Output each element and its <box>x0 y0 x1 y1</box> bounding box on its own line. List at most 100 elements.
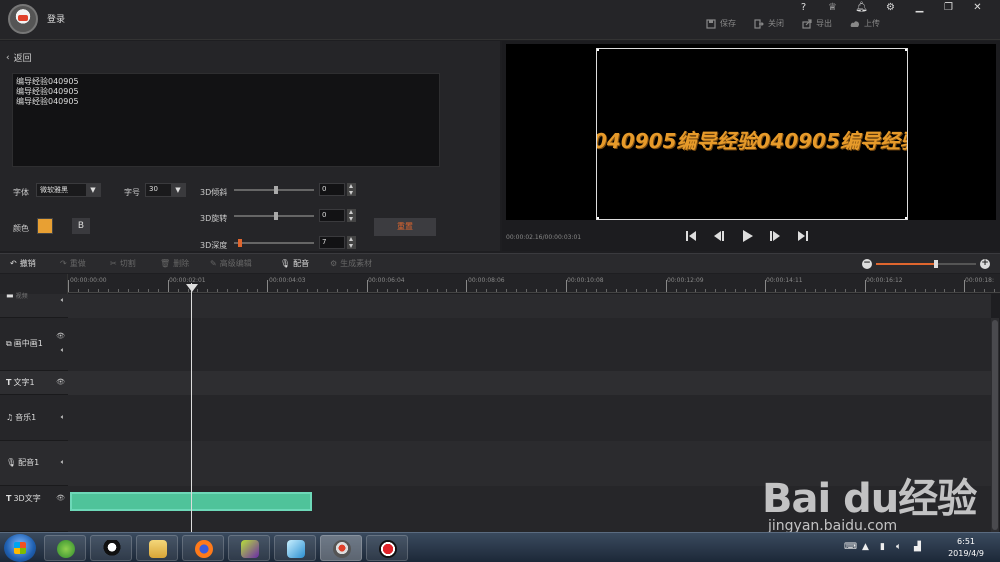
generate-button[interactable]: ⚙ 生成素材 <box>330 258 372 269</box>
resize-handle[interactable] <box>597 49 599 51</box>
track-lane[interactable] <box>68 318 991 371</box>
taskbar-clock[interactable]: 6:51 2019/4/9 <box>948 536 984 560</box>
text-bounding-frame[interactable]: 040905编导经验040905编导经验040905编导经验 <box>596 48 908 220</box>
minimize-icon[interactable]: ▁ <box>905 2 934 16</box>
resize-handle[interactable] <box>905 217 907 219</box>
tilt-spinner[interactable] <box>347 183 356 196</box>
rotate-input[interactable]: 0 <box>319 209 345 222</box>
restore-icon[interactable]: ❐ <box>934 2 963 16</box>
eye-icon[interactable]: 👁︎ <box>56 332 65 340</box>
playhead-handle[interactable] <box>186 284 198 292</box>
skip-to-end-icon[interactable] <box>796 229 810 243</box>
save-button[interactable]: 保存 <box>706 18 736 29</box>
taskbar-app-video[interactable] <box>228 535 270 561</box>
speaker-icon[interactable]: 🔈︎ <box>61 346 65 355</box>
ruler-major-tick <box>366 280 368 292</box>
ruler-minor-tick <box>645 289 647 292</box>
delete-button[interactable]: 🗑︎ 删除 <box>160 258 189 269</box>
vip-icon[interactable]: ♕ <box>818 2 847 16</box>
track-label: 文字1 <box>13 378 35 387</box>
login-link[interactable]: 登录 <box>47 12 65 25</box>
dub-button[interactable]: 🎙︎ 配音 <box>280 258 309 269</box>
back-button[interactable]: ‹ 返回 <box>6 51 32 65</box>
track-video: ▬ 视频 🔈︎ <box>0 291 1000 318</box>
ruler-minor-tick <box>615 289 617 292</box>
color-swatch[interactable] <box>37 218 53 234</box>
speaker-icon[interactable]: 🔈︎ <box>61 458 65 467</box>
ruler-minor-tick <box>87 289 89 292</box>
help-icon[interactable]: ? <box>789 2 818 16</box>
tilt-slider[interactable] <box>234 186 314 194</box>
rotate-slider-knob[interactable] <box>274 212 278 220</box>
taskbar-app-recorder[interactable] <box>366 535 408 561</box>
start-button[interactable] <box>4 534 36 562</box>
redo-icon: ↷ <box>60 259 67 268</box>
resize-handle[interactable] <box>905 49 907 51</box>
zoom-out-icon[interactable]: − <box>862 259 872 269</box>
upload-button[interactable]: 上传 <box>850 18 880 29</box>
speaker-icon[interactable]: 🔈︎ <box>61 296 65 305</box>
ruler-minor-tick <box>715 289 717 292</box>
size-select[interactable]: 30 ▼ <box>145 183 186 197</box>
ruler-minor-tick <box>894 289 896 292</box>
depth-slider[interactable] <box>234 239 314 247</box>
chevron-up-icon[interactable]: ▲ <box>862 542 872 552</box>
zoom-slider[interactable] <box>876 260 976 268</box>
skip-to-start-icon[interactable] <box>684 229 698 243</box>
bold-button[interactable]: B <box>72 218 90 234</box>
undo-button[interactable]: ↶ 撤销 <box>10 258 36 269</box>
eye-icon[interactable]: 👁︎ <box>56 494 65 502</box>
timeline-ruler[interactable]: 00:00:00:00 00:00:02:01 00:00:04:03 00:0… <box>68 274 1000 293</box>
depth-input[interactable]: 7 <box>319 236 345 249</box>
close-project-button[interactable]: 关闭 <box>754 18 784 29</box>
close-icon[interactable]: ✕ <box>963 2 992 16</box>
preview-canvas[interactable]: 040905编导经验040905编导经验040905编导经验 <box>506 44 996 220</box>
user-avatar[interactable] <box>8 4 38 34</box>
tilt-slider-knob[interactable] <box>274 186 278 194</box>
gear-icon[interactable]: ⚙ <box>876 2 905 16</box>
windows-taskbar: ⌨ ▲ ▮ 🔈︎ ▟ 6:51 2019/4/9 <box>0 532 1000 562</box>
track-header: ▬ 视频 🔈︎ <box>0 291 68 318</box>
tilt-input[interactable]: 0 <box>319 183 345 196</box>
eye-icon[interactable]: 👁︎ <box>56 378 65 386</box>
battery-icon[interactable]: ▮ <box>880 542 890 552</box>
export-button[interactable]: 导出 <box>802 18 832 29</box>
taskbar-app-firefox[interactable] <box>182 535 224 561</box>
reset-button[interactable]: 重置 <box>374 218 436 236</box>
track-lane[interactable] <box>68 371 991 395</box>
depth-slider-knob[interactable] <box>238 239 242 247</box>
redo-button[interactable]: ↷ 重做 <box>60 258 86 269</box>
network-icon[interactable]: ▟ <box>914 542 924 552</box>
step-back-icon[interactable] <box>712 229 726 243</box>
advanced-edit-button[interactable]: ✎ 高级编辑 <box>210 258 252 269</box>
depth-spinner[interactable] <box>347 236 356 249</box>
playhead-line[interactable] <box>191 283 192 532</box>
track-label: 配音1 <box>18 458 40 467</box>
ruler-minor-tick <box>605 289 607 292</box>
speaker-icon[interactable]: 🔈︎ <box>61 413 65 422</box>
zoom-knob[interactable] <box>934 260 938 268</box>
rotate-slider[interactable] <box>234 212 314 220</box>
ruler-minor-tick <box>237 289 239 292</box>
zoom-in-icon[interactable]: + <box>980 259 990 269</box>
keyboard-icon[interactable]: ⌨ <box>844 542 857 552</box>
track-lane[interactable] <box>68 395 991 441</box>
taskbar-app-editor[interactable] <box>320 535 362 561</box>
taskbar-app-qq[interactable] <box>90 535 132 561</box>
export-label: 导出 <box>816 19 832 28</box>
text-content-input[interactable]: 编导经验040905 编导经验040905 编导经验040905 <box>12 73 440 167</box>
track-lane[interactable] <box>68 294 991 318</box>
rotate-spinner[interactable] <box>347 209 356 222</box>
bell-icon[interactable]: 🔔︎ <box>847 2 876 16</box>
cut-button[interactable]: ✂ 切割 <box>110 258 136 269</box>
track-name: T 文字1 <box>6 377 35 388</box>
step-forward-icon[interactable] <box>768 229 782 243</box>
volume-icon[interactable]: 🔈︎ <box>896 542 906 552</box>
taskbar-app-crystal[interactable] <box>274 535 316 561</box>
ruler-minor-tick <box>834 289 836 292</box>
resize-handle[interactable] <box>597 217 599 219</box>
font-select[interactable]: 微软雅黑 ▼ <box>36 183 101 197</box>
taskbar-app-explorer[interactable] <box>136 535 178 561</box>
taskbar-app-360[interactable] <box>44 535 86 561</box>
play-icon[interactable] <box>740 229 754 243</box>
